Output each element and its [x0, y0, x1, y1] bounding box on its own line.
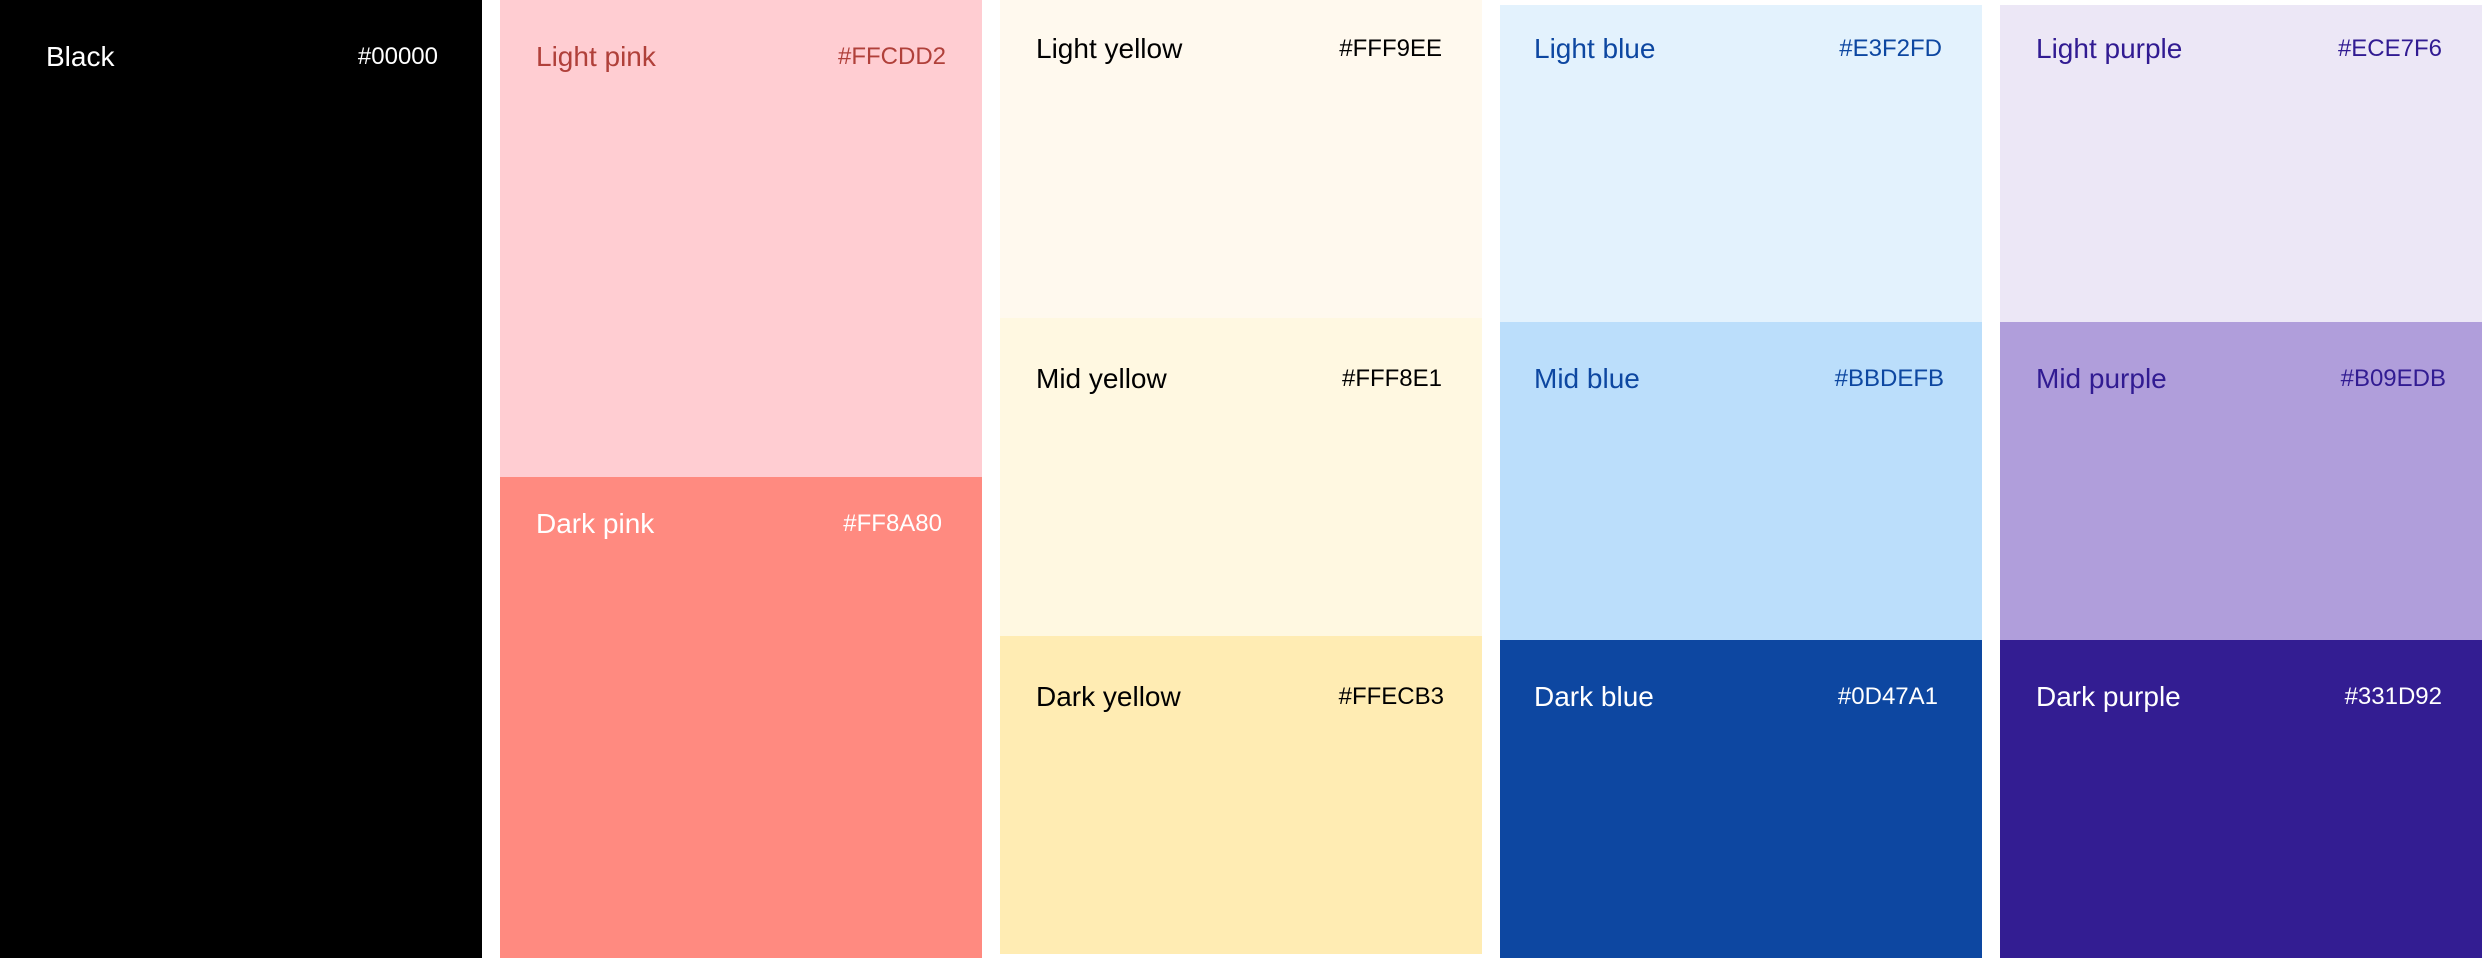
swatch-hex: #00000: [357, 43, 438, 70]
swatch-hex: #FFECB3: [1338, 683, 1444, 710]
swatch-hex: #0D47A1: [1837, 683, 1938, 710]
swatch-dark-pink: Dark pink #FF8A80: [500, 477, 982, 958]
swatch-hex: #FFCDD2: [837, 43, 946, 70]
swatch-dark-blue: Dark blue #0D47A1: [1500, 640, 1982, 958]
color-palette: Black #00000 Light pink #FFCDD2 Dark pin…: [0, 0, 2482, 958]
swatch-hex: #FF8A80: [843, 510, 942, 537]
swatch-black: Black #00000: [0, 0, 482, 958]
swatch-hex: #BBDEFB: [1834, 365, 1944, 392]
swatch-name: Dark blue: [1534, 681, 1654, 712]
swatch-name: Light purple: [2036, 33, 2183, 64]
swatch-hex: #ECE7F6: [2337, 35, 2442, 62]
swatch-light-purple: Light purple #ECE7F6: [2000, 5, 2482, 322]
swatch-light-pink: Light pink #FFCDD2: [500, 0, 982, 477]
swatch-dark-purple: Dark purple #331D92: [2000, 640, 2482, 958]
swatch-name: Mid purple: [2036, 363, 2167, 394]
swatch-hex: #B09EDB: [2340, 365, 2446, 392]
swatch-name: Dark yellow: [1036, 681, 1181, 712]
swatch-name: Mid yellow: [1036, 363, 1167, 394]
swatch-light-yellow: Light yellow #FFF9EE: [1000, 0, 1482, 318]
swatch-hex: #FFF8E1: [1341, 365, 1442, 392]
swatch-name: Dark purple: [2036, 681, 2181, 712]
swatch-name: Light yellow: [1036, 33, 1183, 64]
swatch-hex: #FFF9EE: [1339, 35, 1442, 62]
swatch-light-blue: Light blue #E3F2FD: [1500, 5, 1982, 322]
swatch-hex: #E3F2FD: [1839, 35, 1942, 62]
swatch-mid-purple: Mid purple #B09EDB: [2000, 322, 2482, 640]
swatch-hex: #331D92: [2344, 683, 2442, 710]
swatch-mid-yellow: Mid yellow #FFF8E1: [1000, 318, 1482, 636]
swatch-mid-blue: Mid blue #BBDEFB: [1500, 322, 1982, 640]
swatch-name: Light blue: [1534, 33, 1656, 64]
swatch-name: Mid blue: [1534, 363, 1640, 394]
swatch-dark-yellow: Dark yellow #FFECB3: [1000, 636, 1482, 954]
swatch-name: Black: [46, 41, 115, 72]
swatch-name: Dark pink: [536, 508, 655, 539]
swatch-name: Light pink: [536, 41, 656, 72]
